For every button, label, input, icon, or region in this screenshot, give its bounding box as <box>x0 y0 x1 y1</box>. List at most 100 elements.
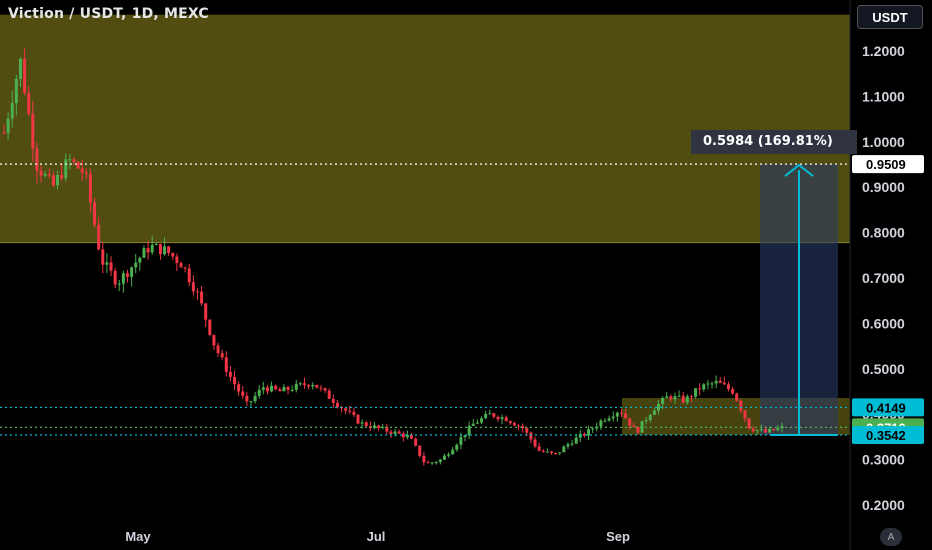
price-chart[interactable]: 1.2000 1.1000 1.0000 0.9000 0.8000 0.7000 0.60… <box>0 0 932 550</box>
candle-body <box>364 422 368 427</box>
candle-body <box>84 172 88 174</box>
candle-body <box>212 334 216 346</box>
candle-body <box>661 397 665 405</box>
candle-body <box>167 246 171 253</box>
candle-body <box>10 103 14 119</box>
candle-body <box>294 383 298 390</box>
candle-body <box>195 291 199 293</box>
candle-body <box>508 421 512 424</box>
candle-body <box>698 388 702 390</box>
candle-body <box>171 252 175 257</box>
candle-body <box>603 420 607 422</box>
candle-body <box>459 437 463 445</box>
candle-body <box>702 384 706 390</box>
candle-body <box>208 319 212 335</box>
candle-body <box>492 413 496 417</box>
candle-body <box>578 433 582 438</box>
candle-body <box>426 462 430 464</box>
x-tick-label: May <box>125 529 151 544</box>
candle-body <box>706 383 710 385</box>
candle-body <box>414 438 418 446</box>
y-tick-label: 0.5000 <box>862 361 905 377</box>
candle-body <box>323 388 327 391</box>
candle-body <box>31 113 35 149</box>
auto-scale-button[interactable]: A <box>880 528 902 546</box>
candle-body <box>549 451 553 453</box>
candle-body <box>566 444 570 447</box>
candle-body <box>216 345 220 354</box>
candle-body <box>158 243 162 255</box>
candle-body <box>315 384 319 388</box>
candle-body <box>525 428 529 433</box>
candle-body <box>480 418 484 423</box>
candle-body <box>619 412 623 414</box>
candle-body <box>434 462 438 464</box>
y-tick-label: 1.2000 <box>862 43 905 59</box>
candle-body <box>344 408 348 411</box>
x-tick-label: Jul <box>367 529 386 544</box>
candle-body <box>517 425 521 427</box>
candle-body <box>541 450 545 452</box>
candle-body <box>175 256 179 264</box>
candle-body <box>311 384 315 387</box>
candle-body <box>64 159 68 179</box>
candle-body <box>348 410 352 412</box>
candle-body <box>587 429 591 436</box>
candle-body <box>438 459 442 463</box>
candle-body <box>179 263 183 268</box>
candle-body <box>154 243 158 245</box>
candle-body <box>265 387 269 392</box>
candle-body <box>389 431 393 434</box>
candle-body <box>442 455 446 460</box>
candle-body <box>146 248 150 253</box>
candle-body <box>298 383 302 385</box>
candle-body <box>204 303 208 320</box>
candle-body <box>558 452 562 454</box>
candle-body <box>18 58 22 79</box>
candle-body <box>677 395 681 397</box>
candle-body <box>496 416 500 420</box>
candle-body <box>274 385 278 390</box>
candle-body <box>665 396 669 398</box>
candle-body <box>233 376 237 385</box>
y-tick-label: 0.8000 <box>862 225 905 241</box>
candle-body <box>772 428 776 431</box>
candle-body <box>570 443 574 445</box>
candle-body <box>2 132 6 134</box>
currency-button[interactable]: USDT <box>857 5 923 29</box>
candle-body <box>599 420 603 427</box>
candle-body <box>76 161 80 169</box>
candle-body <box>360 422 364 424</box>
x-tick-label: Sep <box>606 529 630 544</box>
candle-body <box>302 383 306 386</box>
candle-body <box>726 384 730 389</box>
candle-body <box>751 428 755 432</box>
y-tick-label: 0.2000 <box>862 497 905 513</box>
candle-body <box>393 431 397 434</box>
candle-body <box>187 268 191 283</box>
candle-body <box>768 428 772 433</box>
candle-body <box>286 386 290 390</box>
candle-body <box>447 454 451 456</box>
candle-body <box>241 391 245 396</box>
candle-body <box>545 451 549 453</box>
candle-body <box>512 423 516 426</box>
candle-body <box>43 174 47 176</box>
candle-body <box>261 387 265 390</box>
candle-body <box>710 383 714 385</box>
candle-body <box>628 418 632 426</box>
candle-body <box>731 388 735 394</box>
candle-body <box>356 414 360 424</box>
y-tick-label: 0.7000 <box>862 270 905 286</box>
candle-body <box>282 386 286 392</box>
resistance-price-text: 0.4149 <box>866 400 906 415</box>
candle-body <box>673 396 677 400</box>
candle-body <box>125 273 129 277</box>
candle-body <box>257 389 261 396</box>
candle-body <box>475 422 479 424</box>
candle-body <box>150 244 154 253</box>
candle-body <box>644 420 648 422</box>
candle-body <box>714 380 718 384</box>
candle-body <box>455 444 459 450</box>
candle-body <box>245 395 249 402</box>
